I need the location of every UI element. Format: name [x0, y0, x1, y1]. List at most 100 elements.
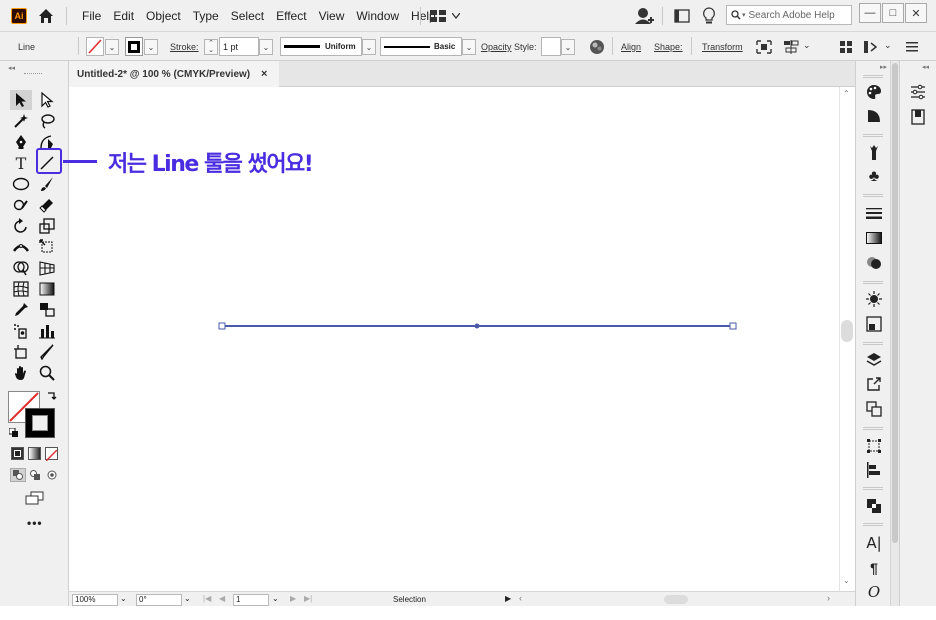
arrange-panel-icon[interactable]	[674, 9, 690, 23]
next-artboard-button[interactable]: ▶	[290, 594, 296, 603]
search-help-box[interactable]: ▾ Search Adobe Help	[726, 5, 852, 25]
menu-view[interactable]: View	[313, 9, 351, 23]
free-transform-tool-icon[interactable]	[36, 237, 58, 257]
close-tab-button[interactable]: ×	[261, 68, 267, 80]
align-label[interactable]: Align	[621, 42, 641, 52]
scale-tool-icon[interactable]	[36, 216, 58, 236]
recolor-artwork-icon[interactable]	[589, 39, 605, 55]
stroke-swatch[interactable]	[125, 37, 143, 56]
last-artboard-button[interactable]: ▶|	[304, 594, 312, 603]
artboard-dropdown[interactable]: ⌄	[272, 594, 279, 603]
rotation-field[interactable]: 0°	[136, 594, 182, 606]
gradient-mode-button[interactable]	[28, 447, 41, 460]
paintbrush-tool-icon[interactable]	[36, 174, 58, 194]
menu-file[interactable]: File	[76, 9, 107, 23]
artboards-panel-icon[interactable]	[865, 400, 883, 418]
workspace-switcher[interactable]	[430, 9, 464, 23]
rotate-tool-icon[interactable]	[10, 216, 32, 236]
screen-mode-button[interactable]	[25, 491, 45, 505]
menu-effect[interactable]: Effect	[270, 9, 312, 23]
scroll-up-arrow[interactable]: ⌃	[843, 89, 850, 98]
maximize-button[interactable]: □	[882, 3, 904, 23]
stroke-label[interactable]: Stroke:	[170, 42, 199, 52]
layers-panel-icon[interactable]	[865, 351, 883, 369]
draw-normal-button[interactable]	[10, 468, 26, 482]
zoom-tool-icon[interactable]	[36, 363, 58, 383]
dock-scrollbar[interactable]	[890, 61, 899, 606]
scroll-thumb[interactable]	[841, 320, 853, 342]
vertical-scrollbar[interactable]: ⌃ ⌄	[839, 87, 855, 591]
stroke-color-dropdown[interactable]: ⌄	[144, 39, 158, 55]
stroke-weight-field[interactable]: 1 pt	[219, 37, 259, 56]
draw-behind-button[interactable]	[27, 468, 43, 482]
menu-edit[interactable]: Edit	[107, 9, 140, 23]
symbols-panel-icon[interactable]: ♣	[865, 168, 883, 186]
variable-width-profile[interactable]: Uniform	[280, 37, 362, 56]
shape-builder-tool-icon[interactable]	[10, 258, 32, 278]
ellipse-tool-icon[interactable]	[10, 174, 32, 194]
properties-panel-icon[interactable]	[909, 83, 927, 101]
profile-dropdown[interactable]: ⌄	[362, 39, 376, 55]
draw-inside-button[interactable]	[44, 468, 60, 482]
zoom-field[interactable]: 100%	[72, 594, 118, 606]
shape-label[interactable]: Shape:	[654, 42, 683, 52]
center-point[interactable]	[474, 323, 480, 329]
symbol-sprayer-tool-icon[interactable]	[10, 321, 32, 341]
character-panel-icon[interactable]: A|	[865, 534, 883, 552]
hscroll-thumb[interactable]	[664, 595, 688, 604]
artboard-number-field[interactable]: 1	[233, 594, 269, 606]
hscroll-right-arrow[interactable]: ›	[827, 593, 830, 603]
gradient-tool-icon[interactable]	[36, 279, 58, 299]
width-tool-icon[interactable]	[10, 237, 32, 257]
brush-dropdown[interactable]: ⌄	[462, 39, 476, 55]
mesh-tool-icon[interactable]	[10, 279, 32, 299]
anchor-point-start[interactable]	[218, 322, 226, 330]
close-window-button[interactable]: ✕	[905, 3, 927, 23]
lasso-tool-icon[interactable]	[36, 111, 58, 131]
asset-export-panel-icon[interactable]	[865, 375, 883, 393]
none-mode-button[interactable]	[45, 447, 58, 462]
toolbar-collapse-handle[interactable]: ◂◂	[8, 64, 15, 72]
graphic-styles-panel-icon[interactable]	[865, 315, 883, 333]
dock-scroll-thumb[interactable]	[892, 63, 898, 543]
hand-tool-icon[interactable]	[10, 363, 32, 383]
libraries-panel-icon[interactable]	[909, 108, 927, 126]
blend-tool-icon[interactable]	[36, 300, 58, 320]
hamburger-menu-icon[interactable]	[906, 42, 918, 52]
swap-fill-stroke-icon[interactable]	[47, 391, 57, 401]
style-dropdown[interactable]: ⌄	[561, 39, 575, 55]
arrange-documents-icon[interactable]	[863, 40, 879, 54]
opentype-panel-icon[interactable]: O	[865, 583, 883, 601]
stroke-panel-icon[interactable]	[865, 204, 883, 222]
previous-artboard-button[interactable]: ◀	[219, 594, 225, 603]
menu-select[interactable]: Select	[225, 9, 270, 23]
isolate-object-icon[interactable]	[756, 40, 772, 54]
first-artboard-button[interactable]: |◀	[203, 594, 211, 603]
lightbulb-icon[interactable]	[702, 7, 716, 25]
hscroll-left-arrow[interactable]: ‹	[519, 593, 522, 603]
minimize-button[interactable]: —	[859, 3, 881, 23]
appearance-panel-icon[interactable]	[865, 290, 883, 308]
pen-tool-icon[interactable]	[10, 132, 32, 152]
shaper-tool-icon[interactable]	[10, 195, 32, 215]
home-icon[interactable]	[37, 7, 55, 25]
perspective-grid-tool-icon[interactable]	[36, 258, 58, 278]
share-user-icon[interactable]	[634, 6, 654, 26]
type-tool-icon[interactable]: T	[10, 153, 32, 173]
artboard-tool-icon[interactable]	[10, 342, 32, 362]
color-mode-button[interactable]	[11, 447, 24, 460]
menu-window[interactable]: Window	[350, 9, 405, 23]
direct-selection-tool-icon[interactable]	[36, 90, 58, 110]
transform-panel-icon[interactable]	[865, 437, 883, 455]
align-options-caret[interactable]: ⌄	[803, 40, 811, 51]
arrange-caret[interactable]: ⌄	[884, 40, 892, 51]
dock2-collapse-handle[interactable]: ◂◂	[922, 63, 929, 71]
document-tab[interactable]: Untitled-2* @ 100 % (CMYK/Preview) ×	[69, 61, 279, 87]
slice-tool-icon[interactable]	[36, 342, 58, 362]
status-menu-arrow[interactable]: ▶	[505, 594, 511, 603]
panel-grid-icon[interactable]	[840, 41, 852, 53]
opacity-label[interactable]: Opacity	[481, 42, 512, 52]
magic-wand-tool-icon[interactable]	[10, 111, 32, 131]
rotation-dropdown[interactable]: ⌄	[184, 594, 191, 603]
paragraph-panel-icon[interactable]: ¶	[865, 559, 883, 577]
